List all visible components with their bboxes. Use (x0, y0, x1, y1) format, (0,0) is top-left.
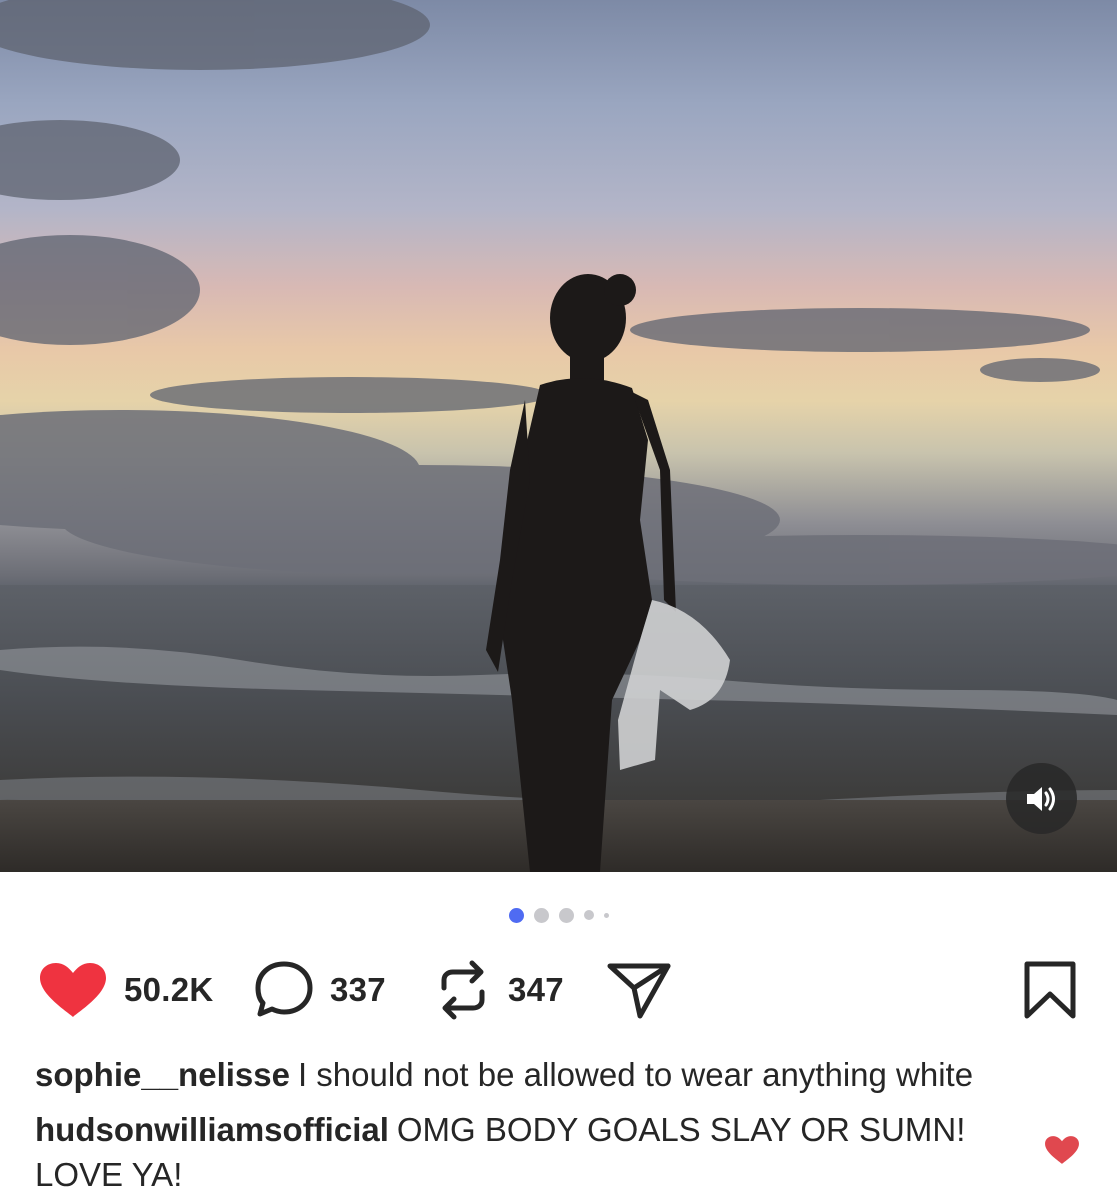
bookmark-icon[interactable] (1023, 960, 1077, 1020)
comment-count: 337 (330, 971, 386, 1008)
comment-action: 337 (254, 955, 386, 1025)
caption-text: I should not be allowed to wear anything… (297, 1056, 974, 1093)
carousel-indicator (0, 906, 1117, 924)
carousel-dot (558, 907, 574, 923)
beach-sunset-photo (0, 0, 1117, 872)
sound-toggle-button[interactable] (1006, 763, 1077, 834)
carousel-dot-active (508, 907, 524, 923)
save-action (1023, 955, 1077, 1025)
share-action (606, 955, 672, 1025)
heart-icon[interactable] (38, 961, 108, 1019)
comment-item: hudsonwilliamsofficial OMG BODY GOALS SLA… (35, 1107, 995, 1197)
heart-icon (1045, 1136, 1079, 1164)
comment-icon[interactable] (254, 960, 314, 1020)
comment-username[interactable]: hudsonwilliamsofficial (35, 1111, 389, 1148)
post-media[interactable] (0, 0, 1117, 872)
repost-count: 347 (508, 971, 564, 1008)
post-action-bar: 50.2K 337 347 (36, 955, 1077, 1025)
carousel-dot (603, 912, 609, 918)
comment-like-button[interactable] (1044, 1134, 1080, 1171)
speaker-icon (1026, 786, 1055, 811)
post-caption: sophie__nelisse I should not be allowed t… (35, 1052, 1035, 1097)
repost-icon[interactable] (434, 958, 492, 1022)
carousel-dot (533, 907, 549, 923)
like-action: 50.2K (38, 955, 214, 1025)
caption-username[interactable]: sophie__nelisse (35, 1056, 290, 1093)
send-icon[interactable] (606, 960, 672, 1020)
like-count: 50.2K (124, 971, 214, 1008)
post-captions: sophie__nelisse I should not be allowed t… (35, 1052, 1035, 1197)
repost-action: 347 (434, 955, 564, 1025)
carousel-dot (583, 910, 594, 920)
